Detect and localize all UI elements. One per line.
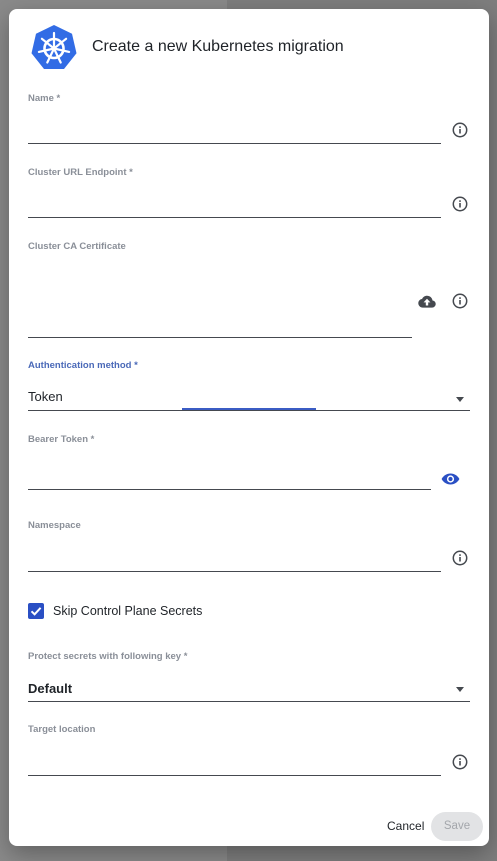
name-underline (28, 143, 441, 144)
skip-secrets-label[interactable]: Skip Control Plane Secrets (53, 604, 202, 618)
auth-method-label: Authentication method * (28, 360, 138, 371)
create-migration-dialog: Create a new Kubernetes migration Name *… (9, 9, 489, 846)
namespace-label: Namespace (28, 520, 81, 531)
auth-method-underline (28, 410, 470, 411)
dialog-title: Create a new Kubernetes migration (92, 38, 344, 55)
namespace-info-icon[interactable] (452, 550, 468, 566)
target-location-info-icon[interactable] (452, 754, 468, 770)
bearer-token-underline (28, 489, 431, 490)
eye-icon[interactable] (441, 473, 460, 485)
name-info-icon[interactable] (452, 122, 468, 138)
cluster-url-info-icon[interactable] (452, 196, 468, 212)
target-location-underline (28, 775, 441, 776)
cloud-upload-icon[interactable] (418, 295, 436, 309)
kubernetes-logo-icon (31, 25, 77, 69)
protect-key-label: Protect secrets with following key * (28, 651, 188, 662)
namespace-underline (28, 571, 441, 572)
bearer-token-label: Bearer Token * (28, 434, 95, 445)
check-icon (30, 607, 42, 616)
protect-key-select[interactable]: Default (28, 681, 72, 696)
cluster-url-label: Cluster URL Endpoint * (28, 167, 133, 178)
name-label: Name * (28, 93, 61, 104)
save-button[interactable]: Save (431, 812, 483, 841)
cluster-ca-underline (28, 337, 412, 338)
cancel-button[interactable]: Cancel (387, 819, 424, 833)
target-location-label: Target location (28, 724, 96, 735)
cluster-url-underline (28, 217, 441, 218)
cluster-ca-info-icon[interactable] (452, 293, 468, 309)
protect-key-underline (28, 701, 470, 702)
protect-key-chevron-down-icon[interactable] (456, 687, 464, 692)
cluster-ca-label: Cluster CA Certificate (28, 241, 126, 252)
auth-method-select[interactable]: Token (28, 389, 63, 404)
skip-secrets-checkbox[interactable] (28, 603, 44, 619)
auth-method-chevron-down-icon[interactable] (456, 397, 464, 402)
